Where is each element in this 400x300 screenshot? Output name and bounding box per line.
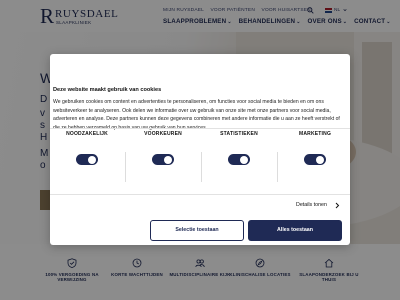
toggle-marketing[interactable] [304, 154, 326, 165]
allow-selection-button[interactable]: Selectie toestaan [150, 220, 244, 241]
divider [50, 128, 350, 129]
category-label: MARKETING [298, 131, 332, 137]
allow-all-button[interactable]: Alles toestaan [248, 220, 342, 241]
cookie-dialog: Deze website maakt gebruik van cookies W… [50, 54, 350, 245]
toggle-knob [316, 155, 324, 164]
cookie-category-noodzakelijk: NOODZAKELIJK [50, 131, 124, 165]
toggle-knob [240, 155, 248, 164]
category-label: VOORKEUREN [144, 131, 182, 137]
category-label: NOODZAKELIJK [66, 131, 108, 137]
details-link[interactable]: Details tonen [296, 202, 327, 209]
cookie-title: Deze website maakt gebruik van cookies [53, 87, 162, 93]
toggle-voorkeuren[interactable] [152, 154, 174, 165]
toggle-noodzakelijk[interactable] [76, 154, 98, 165]
category-label: STATISTIEKEN [220, 131, 258, 137]
toggle-statistieken[interactable] [228, 154, 250, 165]
chevron-right-icon[interactable] [334, 202, 340, 209]
toggle-knob [164, 155, 172, 164]
cookie-category-statistieken: STATISTIEKEN [202, 131, 276, 165]
divider [50, 194, 350, 195]
cookie-category-voorkeuren: VOORKEUREN [126, 131, 200, 165]
toggle-knob [88, 155, 96, 164]
cookie-category-marketing: MARKETING [278, 131, 352, 165]
